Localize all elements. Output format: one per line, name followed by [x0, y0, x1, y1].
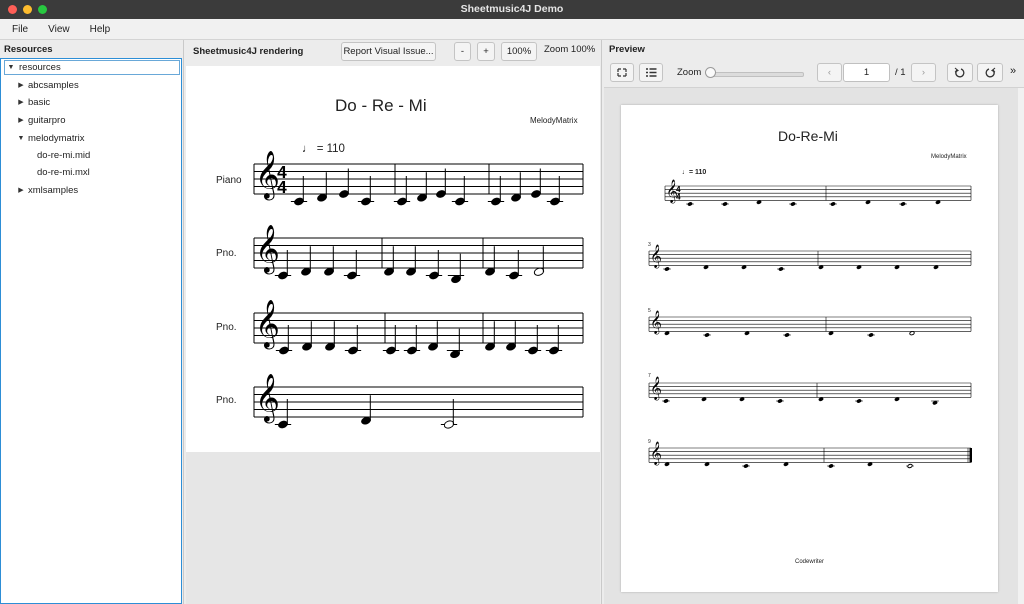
menu-bar: File View Help [0, 19, 1024, 40]
resources-tree[interactable]: ▼ resources ▶ abcsamples ▶ basic ▶ guita… [0, 58, 182, 604]
tree-item-label: do-re-mi.mxl [37, 167, 90, 178]
menu-view[interactable]: View [36, 24, 78, 35]
collapsed-arrow-icon[interactable]: ▶ [17, 95, 25, 111]
quarter-note [856, 399, 862, 403]
time-signature: 4 [277, 177, 287, 197]
collapsed-arrow-icon[interactable]: ▶ [17, 183, 25, 199]
menu-help[interactable]: Help [78, 24, 119, 35]
preview-page: Do-Re-Mi MelodyMatrix ♩= 110 3 5 7 9 Cod… [621, 105, 998, 592]
treble-clef-icon: 𝄞 [650, 378, 662, 401]
collapsed-arrow-icon[interactable]: ▶ [17, 113, 25, 129]
preview-scrollbar[interactable] [1018, 88, 1024, 604]
fullscreen-icon [617, 68, 627, 77]
panel-divider-right[interactable] [601, 40, 602, 604]
preview-toolbar: Zoom ‹ 1 / 1 › » [604, 59, 1024, 88]
score-canvas[interactable]: Do - Re - Mi MelodyMatrix ♩ = 110 Piano … [186, 66, 600, 452]
time-signature: 4 [676, 192, 681, 201]
quarter-note [784, 333, 790, 337]
tree-item-label: guitarpro [28, 115, 66, 126]
next-page-button[interactable]: › [911, 63, 936, 82]
quarter-note [743, 464, 749, 468]
treble-clef-icon: 𝄞 [650, 312, 662, 335]
quarter-note [830, 202, 836, 206]
close-window-button[interactable] [8, 5, 17, 14]
quarter-note [868, 333, 874, 337]
tree-item-label: basic [28, 97, 51, 108]
zoom-label: Zoom 100% [544, 44, 596, 55]
rotate-left-button[interactable] [947, 63, 973, 82]
quarter-note [777, 399, 783, 403]
expanded-arrow-icon[interactable]: ▼ [7, 60, 15, 76]
rendering-empty-area [186, 452, 600, 604]
tree-item-abcsamples[interactable]: ▶ abcsamples [17, 78, 79, 94]
zoom-in-button[interactable]: + [477, 42, 495, 61]
resources-panel-title: Resources [4, 44, 53, 55]
preview-panel: Preview Zoom ‹ 1 / 1 › » Do-Re-Mi Melody… [604, 40, 1024, 604]
expanded-arrow-icon[interactable]: ▼ [17, 131, 25, 147]
quarter-note [790, 202, 796, 206]
preview-page-area[interactable]: Do-Re-Mi MelodyMatrix ♩= 110 3 5 7 9 Cod… [604, 88, 1018, 604]
quarter-note [828, 464, 834, 468]
chevron-right-icon: › [921, 67, 926, 78]
window-title: Sheetmusic4J Demo [460, 3, 564, 15]
window-controls [8, 5, 47, 14]
quarter-note [900, 202, 906, 206]
rotate-right-icon [985, 67, 996, 78]
previous-page-button[interactable]: ‹ [817, 63, 842, 82]
tree-item-label: do-re-mi.mid [37, 150, 91, 161]
tree-item-xmlsamples[interactable]: ▶ xmlsamples [17, 183, 78, 199]
quarter-note [778, 267, 784, 271]
quarter-note [663, 399, 669, 403]
thumbnails-button[interactable] [639, 63, 663, 82]
half-note [907, 463, 913, 469]
treble-clef-icon: 𝄞 [255, 299, 280, 349]
quarter-note [704, 333, 710, 337]
fit-page-button[interactable] [610, 63, 634, 82]
tree-item-melodymatrix[interactable]: ▼ melodymatrix [17, 131, 85, 147]
tree-item-basic[interactable]: ▶ basic [17, 95, 50, 111]
page-number-input[interactable]: 1 [843, 63, 890, 82]
collapsed-arrow-icon[interactable]: ▶ [17, 78, 25, 94]
tree-item-guitarpro[interactable]: ▶ guitarpro [17, 113, 66, 129]
zoom-reset-button[interactable]: 100% [501, 42, 537, 61]
rendering-panel: Sheetmusic4J rendering Report Visual Iss… [186, 40, 600, 604]
tree-item-label: xmlsamples [28, 185, 79, 196]
treble-clef-icon: 𝄞 [650, 443, 662, 466]
treble-clef-icon: 𝄞 [255, 373, 280, 423]
tree-item-label: melodymatrix [28, 133, 85, 144]
rotate-right-button[interactable] [977, 63, 1003, 82]
page-total: / 1 [895, 67, 906, 78]
treble-clef-icon: 𝄞 [255, 224, 280, 274]
rendering-panel-title: Sheetmusic4J rendering [193, 46, 304, 57]
treble-clef-icon: 𝄞 [650, 246, 662, 269]
rotate-left-icon [954, 67, 965, 78]
chevron-left-icon: ‹ [827, 67, 832, 78]
panel-divider-left[interactable] [183, 40, 184, 604]
zoom-out-button[interactable]: - [454, 42, 471, 61]
menu-file[interactable]: File [0, 24, 36, 35]
score-staves: 𝄞44𝄞𝄞𝄞 [253, 150, 584, 429]
preview-staves: 𝄞44𝄞𝄞𝄞𝄞 [648, 181, 972, 469]
tree-item-label: abcsamples [28, 80, 79, 91]
quarter-note [664, 267, 670, 271]
final-barline [969, 448, 972, 463]
preview-zoom-label: Zoom [677, 67, 702, 78]
minimize-window-button[interactable] [23, 5, 32, 14]
treble-clef-icon: 𝄞 [255, 150, 280, 200]
window-title-bar: Sheetmusic4J Demo [0, 0, 1024, 19]
overflow-menu-icon[interactable]: » [1010, 65, 1016, 77]
list-icon [646, 68, 657, 77]
zoom-slider-thumb[interactable] [705, 67, 716, 78]
preview-panel-title: Preview [609, 44, 645, 55]
tree-item-do-re-mi-mid[interactable]: do-re-mi.mid [37, 148, 90, 164]
quarter-note [687, 202, 693, 206]
quarter-note [722, 202, 728, 206]
zoom-slider-track[interactable] [708, 72, 804, 77]
zoom-window-button[interactable] [38, 5, 47, 14]
tree-item-label: resources [19, 62, 61, 73]
report-visual-issue-button[interactable]: Report Visual Issue... [341, 42, 436, 61]
tree-item-do-re-mi-mxl[interactable]: do-re-mi.mxl [37, 165, 90, 181]
tree-item-resources[interactable]: ▼ resources [7, 60, 61, 76]
